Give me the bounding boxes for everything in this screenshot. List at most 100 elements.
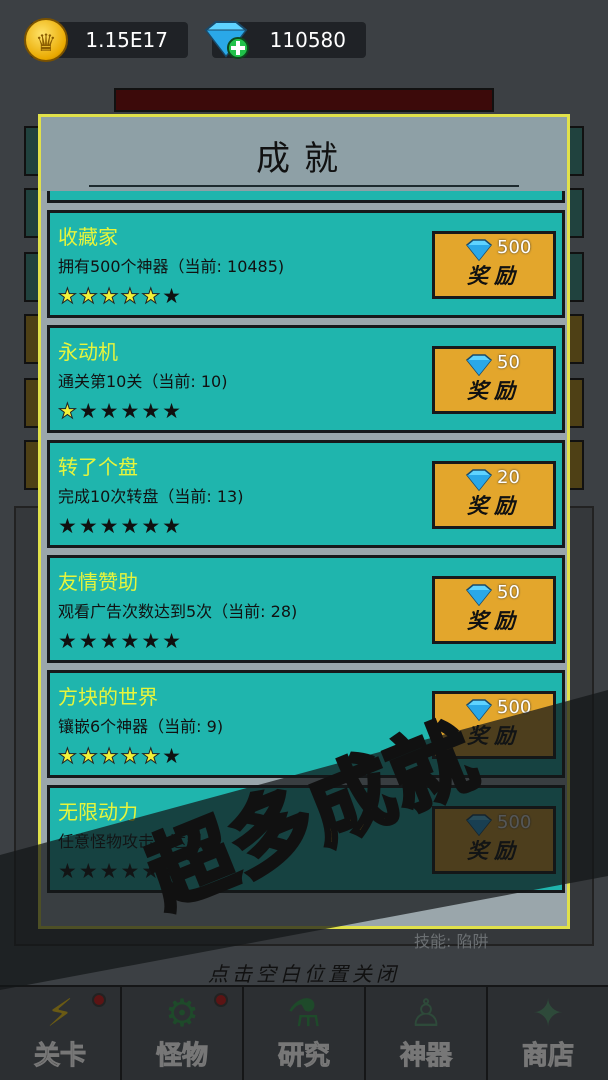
star-icon: ★ — [141, 399, 161, 423]
achievement-title: 友情赞助 — [58, 570, 138, 594]
star-rating: ★★★★★★ — [58, 399, 181, 423]
star-icon: ★ — [162, 191, 181, 192]
nav-item-shop[interactable]: ✦ 商店 — [488, 987, 608, 1080]
nav-item-monsters[interactable]: ⚙ 怪物 — [122, 987, 244, 1080]
diamond-icon — [465, 584, 493, 606]
reward-label: 奖励 — [467, 264, 521, 288]
achievement-desc: 完成10次转盘（当前: 13) — [58, 487, 244, 506]
achievement-card: 永动机 通关第10关（当前: 10) ★ ★ ★ ★ ★ ★ 50 奖励 — [47, 325, 565, 433]
achievement-card: 怪物升级3000次（当前: 1686)★★★★★★200奖励 — [47, 191, 565, 203]
star-icon: ★ — [120, 191, 140, 193]
shop-icon: ✦ — [532, 991, 564, 1035]
nav-label: 神器 — [399, 1041, 452, 1072]
star-icon: ★ — [141, 284, 161, 308]
star-icon: ★ — [78, 191, 98, 193]
star-icon: ★ — [99, 514, 119, 538]
diamond-icon — [465, 699, 493, 721]
star-icon: ★ — [99, 399, 119, 423]
reward-button[interactable]: 500 奖励 — [432, 231, 556, 299]
background-health-bar — [114, 88, 494, 112]
star-rating: ★★★★★★ — [58, 191, 181, 193]
star-icon: ★ — [120, 399, 140, 423]
nav-label: 关卡 — [33, 1041, 86, 1072]
star-rating: ★★★★★★ — [58, 515, 181, 537]
star-icon: ★ — [99, 629, 119, 653]
reward-label: 奖励 — [467, 379, 521, 403]
reward-label: 奖励 — [467, 494, 521, 518]
nav-label: 怪物 — [155, 1041, 208, 1072]
star-icon: ★ — [141, 744, 161, 768]
star-icon: ★ — [141, 629, 161, 653]
star-icon: ★ — [58, 284, 78, 308]
crown-coin-icon — [24, 18, 68, 62]
achievement-title: 转了个盘 — [58, 455, 138, 479]
star-icon: ★ — [141, 514, 161, 538]
modal-title: 成就 — [256, 139, 352, 179]
modal-header: 成就 — [41, 117, 567, 191]
achievement-title: 永动机 — [58, 340, 118, 364]
achievement-card: 收藏家 拥有500个神器（当前: 10485) ★ ★ ★ ★ ★ ★ 500 奖励 — [47, 210, 565, 318]
star-icon: ★ — [78, 399, 98, 423]
achievement-card: 友情赞助 观看广告次数达到5次（当前: 28) ★ ★ ★ ★ ★ ★ 50 奖励 — [47, 555, 565, 663]
gem-counter[interactable]: 110580 — [204, 21, 366, 59]
nav-label: 商店 — [521, 1041, 574, 1072]
diamond-icon — [465, 354, 493, 376]
background-skill-hint: 技能: 陷阱 — [414, 932, 489, 951]
diamond-plus-icon[interactable] — [200, 20, 252, 60]
notification-dot — [214, 993, 228, 1007]
achievement-desc: 镶嵌6个神器（当前: 9) — [58, 717, 224, 736]
star-icon: ★ — [162, 399, 181, 423]
star-rating: ★★★★★★ — [58, 630, 181, 652]
diamond-icon — [465, 469, 493, 491]
nav-item-artifacts[interactable]: ♙ 神器 — [366, 987, 488, 1080]
star-rating: ★★★★★★ — [58, 744, 181, 768]
star-icon: ★ — [162, 284, 181, 308]
star-icon: ★ — [78, 744, 98, 768]
notification-dot — [92, 993, 106, 1007]
star-icon: ★ — [99, 744, 119, 768]
star-icon: ★ — [162, 744, 181, 768]
star-icon: ★ — [78, 284, 98, 308]
reward-amount: 50 — [497, 582, 520, 603]
star-icon: ★ — [78, 629, 98, 653]
lab-icon: ⚗ — [286, 991, 322, 1035]
gold-counter: 1.15E17 — [24, 18, 188, 62]
reward-button[interactable]: 50 奖励 — [432, 576, 556, 644]
achievement-desc: 通关第10关（当前: 10) — [58, 372, 228, 391]
star-icon: ★ — [162, 629, 181, 653]
achievement-title: 无限动力 — [58, 800, 138, 824]
reward-button[interactable]: 20 奖励 — [432, 461, 556, 529]
star-icon: ★ — [58, 629, 77, 653]
star-icon: ★ — [58, 514, 77, 538]
reward-amount: 500 — [497, 237, 532, 258]
artifact-icon: ♙ — [408, 991, 444, 1035]
star-icon: ★ — [58, 399, 78, 423]
bottom-nav: ⚡ 关卡 ⚙ 怪物 ⚗ 研究 ♙ 神器 ✦ 商店 — [0, 985, 608, 1080]
reward-amount: 20 — [497, 467, 520, 488]
star-icon: ★ — [99, 191, 119, 193]
star-icon: ★ — [120, 629, 140, 653]
star-icon: ★ — [78, 514, 98, 538]
achievement-desc: 观看广告次数达到5次（当前: 28) — [58, 602, 298, 621]
gem-value: 110580 — [269, 28, 346, 52]
achievement-title: 方块的世界 — [58, 685, 158, 709]
star-icon: ★ — [120, 514, 140, 538]
star-rating: ★★★★★★ — [58, 284, 181, 308]
gold-value: 1.15E17 — [85, 28, 168, 52]
divider — [89, 185, 519, 187]
nav-item-research[interactable]: ⚗ 研究 — [244, 987, 366, 1080]
reward-button[interactable]: 50 奖励 — [432, 346, 556, 414]
nav-label: 研究 — [277, 1041, 330, 1072]
star-icon: ★ — [141, 191, 160, 192]
star-icon: ★ — [99, 284, 119, 308]
reward-label: 奖励 — [467, 609, 521, 633]
achievement-title: 收藏家 — [58, 225, 118, 249]
nav-item-levels[interactable]: ⚡ 关卡 — [0, 987, 122, 1080]
achievement-card: 转了个盘 完成10次转盘（当前: 13) ★ ★ ★ ★ ★ ★ 20 奖励 — [47, 440, 565, 548]
star-icon: ★ — [120, 744, 140, 768]
star-icon: ★ — [58, 744, 78, 768]
star-icon: ★ — [162, 514, 181, 538]
reward-amount: 50 — [497, 352, 520, 373]
close-hint[interactable]: 点击空白位置关闭 — [0, 958, 608, 987]
diamond-icon — [465, 239, 493, 261]
